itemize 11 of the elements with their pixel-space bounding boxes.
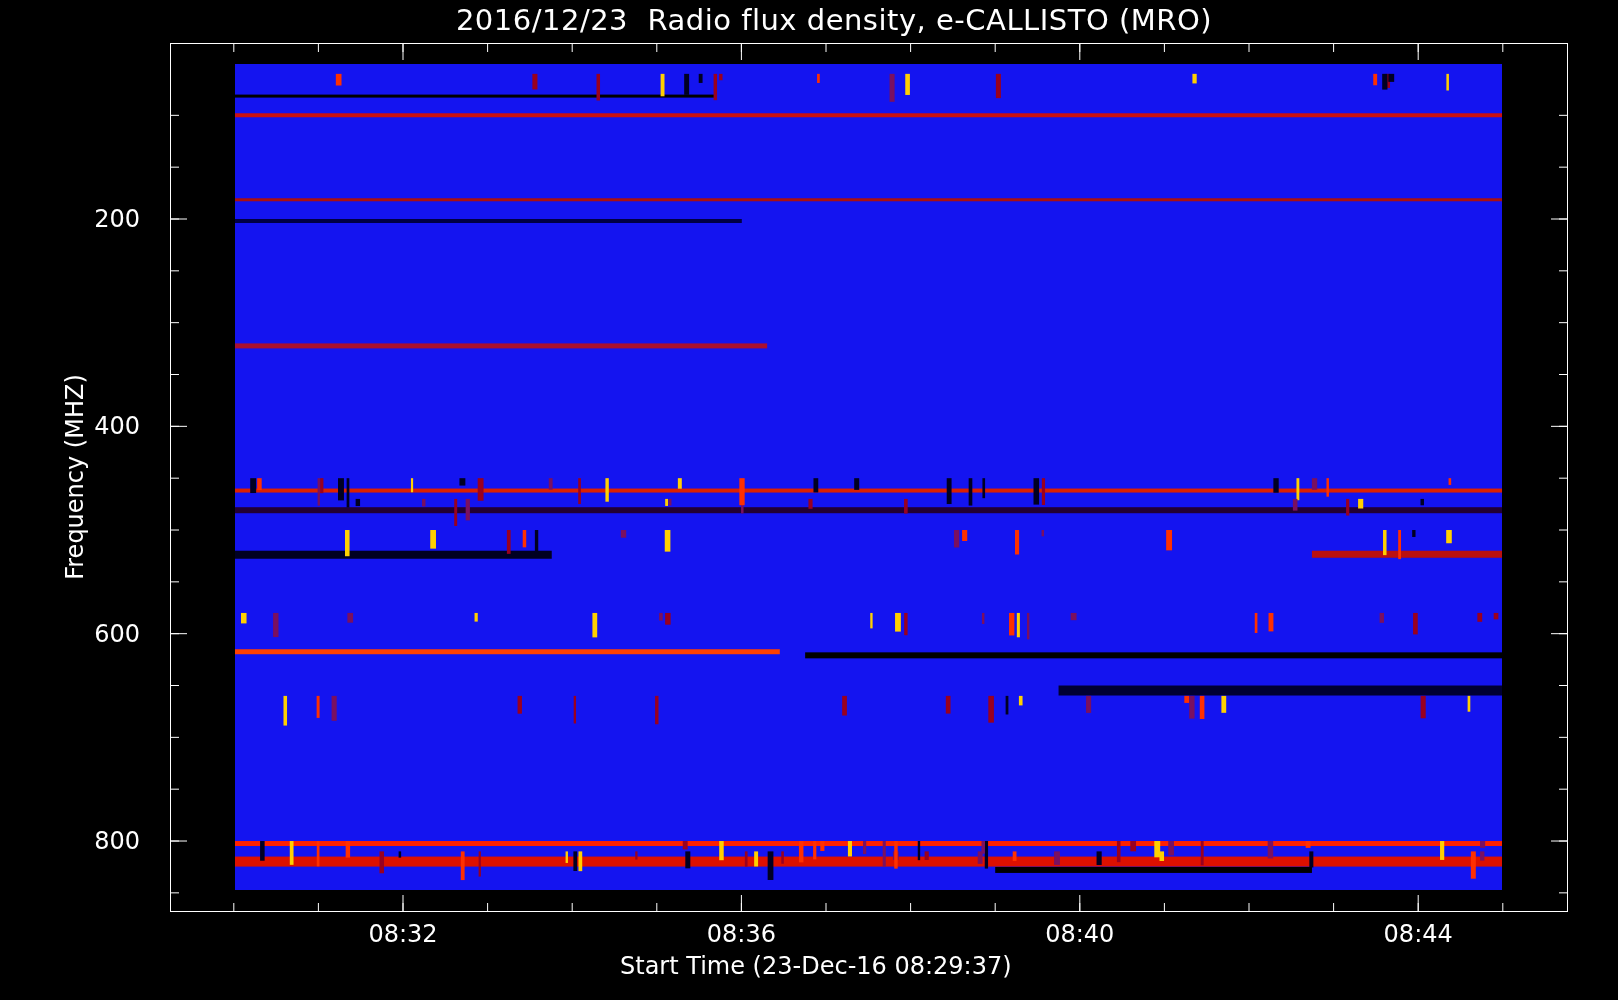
x-axis-label: Start Time (23-Dec-16 08:29:37) [620, 952, 1012, 980]
chart-title: 2016/12/23 Radio flux density, e-CALLISTO (MRO) [455, 2, 1213, 39]
x-tick-label: 08:32 [368, 920, 438, 948]
x-tick-label: 08:36 [706, 920, 776, 948]
y-tick-label: 400 [94, 412, 140, 441]
y-tick-label: 800 [94, 827, 140, 855]
y-tick-label: 200 [94, 205, 140, 233]
x-tick-label: 08:40 [1045, 920, 1115, 948]
x-tick-label: 08:44 [1383, 920, 1453, 948]
y-axis-label: Frequency (MHZ) [61, 374, 89, 580]
y-tick-label: 600 [94, 619, 140, 648]
